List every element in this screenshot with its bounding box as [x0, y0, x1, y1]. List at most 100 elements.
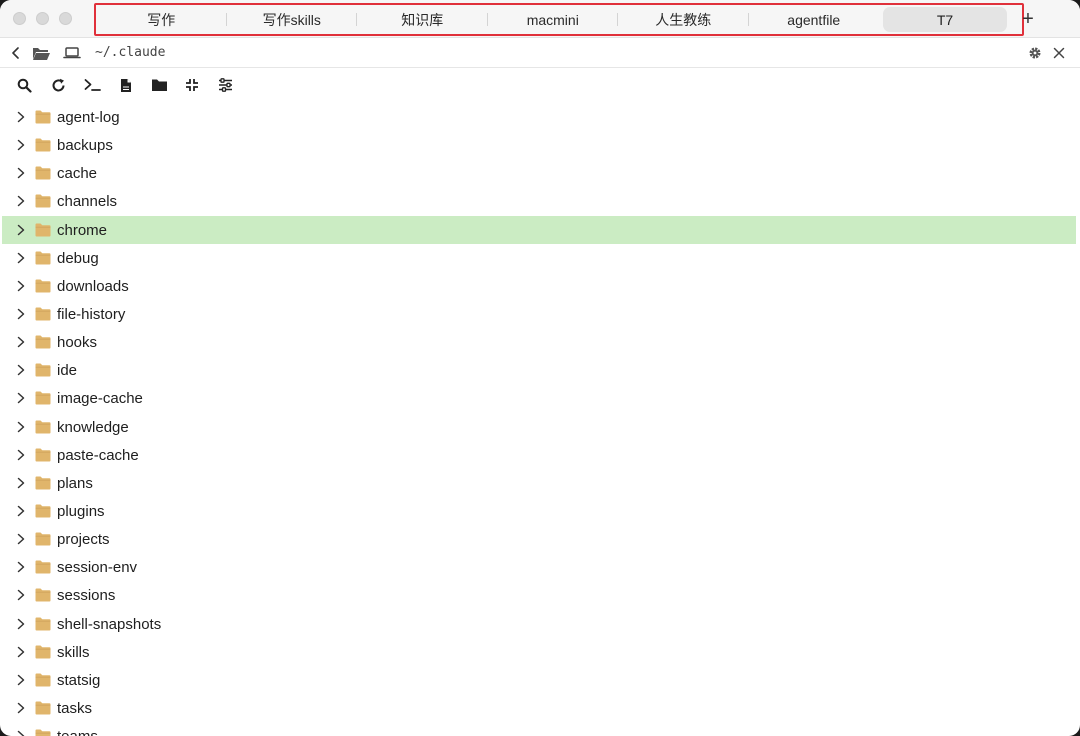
chevron-right-icon[interactable] [16, 195, 26, 207]
tree-row[interactable]: channels [2, 187, 1076, 215]
terminal-icon[interactable] [84, 77, 102, 93]
folder-icon [35, 279, 51, 293]
tree-row[interactable]: sessions [2, 581, 1076, 609]
chevron-right-icon[interactable] [16, 646, 26, 658]
folder-icon [35, 588, 51, 602]
chevron-right-icon[interactable] [16, 392, 26, 404]
close-icon[interactable] [1051, 45, 1067, 61]
chevron-right-icon[interactable] [16, 167, 26, 179]
tab-label: T7 [936, 11, 954, 28]
file-name: projects [57, 531, 110, 549]
chevron-left-icon[interactable] [8, 45, 24, 61]
chevron-right-icon[interactable] [16, 730, 26, 736]
tree-row[interactable]: ide [2, 356, 1076, 384]
chevron-right-icon[interactable] [16, 421, 26, 433]
tree-row[interactable]: chrome [2, 215, 1076, 244]
new-file-icon[interactable] [118, 77, 134, 93]
chevron-right-icon[interactable] [16, 364, 26, 376]
chevron-right-icon[interactable] [16, 702, 26, 714]
gear-icon[interactable] [1027, 45, 1043, 61]
tree-row[interactable]: image-cache [2, 384, 1076, 412]
add-tab-button[interactable]: + [1010, 7, 1046, 32]
folder-icon [35, 448, 51, 462]
app-window: 写作 写作skills 知识库 macmini 人生教练 agentfile T… [0, 0, 1080, 736]
chevron-right-icon[interactable] [16, 449, 26, 461]
tree-row[interactable]: hooks [2, 328, 1076, 356]
tree-row[interactable]: statsig [2, 666, 1076, 694]
tree-row[interactable]: paste-cache [2, 441, 1076, 469]
chevron-right-icon[interactable] [16, 308, 26, 320]
refresh-icon[interactable] [50, 77, 66, 93]
chevron-right-icon[interactable] [16, 533, 26, 545]
tab-writing[interactable]: 写作 [96, 7, 227, 32]
tab-label: 知识库 [401, 11, 444, 28]
file-name: plugins [57, 502, 105, 520]
folder-icon [35, 701, 51, 715]
tree-row[interactable]: knowledge [2, 413, 1076, 441]
zoom-window-button[interactable] [59, 12, 72, 25]
tree-row[interactable]: teams [2, 722, 1076, 736]
file-name: channels [57, 193, 118, 211]
title-bar: 写作 写作skills 知识库 macmini 人生教练 agentfile T… [0, 0, 1080, 38]
file-name: downloads [57, 277, 129, 295]
tab-agentfile[interactable]: agentfile [749, 7, 880, 32]
chevron-right-icon[interactable] [16, 561, 26, 573]
folder-icon [35, 251, 51, 265]
chevron-right-icon[interactable] [16, 674, 26, 686]
settings-sliders-icon[interactable] [217, 77, 233, 93]
tree-row[interactable]: skills [2, 638, 1076, 666]
tree-row[interactable]: session-env [2, 553, 1076, 581]
tab-t7[interactable]: T7 [883, 7, 1007, 32]
tab-macmini[interactable]: macmini [488, 7, 619, 32]
folder-icon [35, 729, 51, 736]
file-name: statsig [57, 671, 101, 689]
folder-icon [35, 532, 51, 546]
toolbar [0, 69, 1080, 101]
chevron-right-icon[interactable] [16, 111, 26, 123]
chevron-right-icon[interactable] [16, 336, 26, 348]
file-name: ide [57, 362, 78, 380]
tab-label: 写作skills [262, 11, 321, 28]
tree-row[interactable]: backups [2, 131, 1076, 159]
tree-row[interactable]: projects [2, 525, 1076, 553]
tab-writing-skills[interactable]: 写作skills [227, 7, 358, 32]
tree-row[interactable]: agent-log [2, 103, 1076, 131]
tree-row[interactable]: cache [2, 159, 1076, 187]
chevron-right-icon[interactable] [16, 280, 26, 292]
close-window-button[interactable] [13, 12, 26, 25]
file-name: hooks [57, 334, 98, 352]
minimize-window-button[interactable] [36, 12, 49, 25]
chevron-right-icon[interactable] [16, 505, 26, 517]
search-icon[interactable] [16, 77, 32, 93]
file-tree: agent-log backups cache channels chrome debug… [2, 103, 1076, 736]
folder-open-icon[interactable] [31, 45, 51, 61]
chevron-right-icon[interactable] [16, 618, 26, 630]
file-name: file-history [57, 305, 126, 323]
chevron-right-icon[interactable] [16, 252, 26, 264]
file-name: cache [57, 165, 98, 183]
chevron-right-icon[interactable] [16, 224, 26, 236]
file-name: agent-log [57, 109, 120, 126]
file-name: chrome [57, 221, 108, 239]
tab-life-coach[interactable]: 人生教练 [618, 7, 749, 32]
tab-knowledge-base[interactable]: 知识库 [357, 7, 488, 32]
new-folder-icon[interactable] [150, 77, 168, 93]
folder-icon [35, 194, 51, 208]
tree-row[interactable]: tasks [2, 694, 1076, 722]
tree-row[interactable]: plans [2, 469, 1076, 497]
file-name: teams [57, 728, 98, 736]
tree-row[interactable]: downloads [2, 272, 1076, 300]
tree-row[interactable]: debug [2, 244, 1076, 272]
tree-row[interactable]: file-history [2, 300, 1076, 328]
laptop-icon[interactable] [63, 45, 81, 61]
current-path: ~/.claude [95, 45, 166, 60]
folder-icon [35, 420, 51, 434]
tree-row[interactable]: shell-snapshots [2, 610, 1076, 638]
chevron-right-icon[interactable] [16, 589, 26, 601]
tab-strip: 写作 写作skills 知识库 macmini 人生教练 agentfile T… [94, 3, 1034, 36]
folder-icon [35, 673, 51, 687]
tree-row[interactable]: plugins [2, 497, 1076, 525]
chevron-right-icon[interactable] [16, 139, 26, 151]
collapse-icon[interactable] [184, 77, 200, 93]
chevron-right-icon[interactable] [16, 477, 26, 489]
